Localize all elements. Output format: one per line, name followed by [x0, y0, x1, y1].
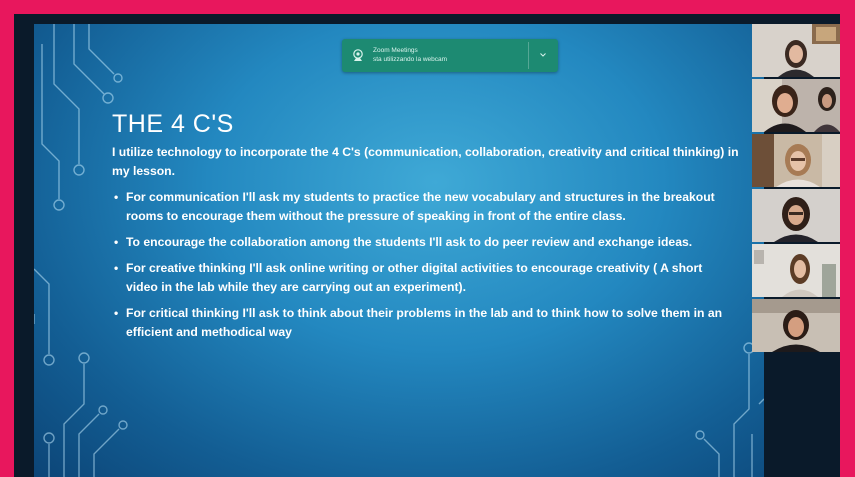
list-item: • For creative thinking I'll ask online …	[112, 259, 737, 297]
notification-divider	[528, 42, 529, 69]
chevron-down-icon[interactable]	[536, 48, 550, 62]
bullet-icon: •	[114, 190, 119, 204]
notification-subtitle: sta utilizzando la webcam	[373, 56, 448, 63]
bullet-text: For creative thinking I'll ask online wr…	[126, 261, 703, 294]
participant-video-5[interactable]	[752, 244, 840, 297]
participant-video-4[interactable]	[752, 189, 840, 242]
zoom-webcam-notification[interactable]: Zoom Meetings sta utilizzando la webcam	[342, 39, 558, 72]
notification-title: Zoom Meetings	[373, 47, 418, 54]
presentation-slide: Zoom Meetings sta utilizzando la webcam …	[34, 24, 764, 477]
participant-video-3[interactable]	[752, 134, 840, 187]
participant-gallery	[752, 24, 840, 357]
participant-avatar	[752, 79, 840, 132]
participant-video-2[interactable]	[752, 79, 840, 132]
participant-video-6[interactable]	[752, 299, 840, 352]
shared-screen: Zoom Meetings sta utilizzando la webcam …	[14, 14, 840, 477]
list-item: • For communication I'll ask my students…	[112, 188, 737, 226]
bullet-icon: •	[114, 306, 119, 320]
list-item: • To encourage the collaboration among t…	[112, 233, 737, 252]
participant-avatar	[752, 24, 840, 77]
slide-intro-text: I utilize technology to incorporate the …	[112, 145, 739, 178]
bullet-icon: •	[114, 235, 119, 249]
participant-video-1[interactable]	[752, 24, 840, 77]
bullet-text: To encourage the collaboration among the…	[126, 235, 693, 249]
window-frame: Zoom Meetings sta utilizzando la webcam …	[0, 0, 855, 477]
webcam-icon	[353, 49, 363, 61]
list-item: • For critical thinking I'll ask to thin…	[112, 304, 737, 342]
bullet-icon: •	[114, 261, 119, 275]
bullet-text: For communication I'll ask my students t…	[126, 190, 715, 223]
participant-avatar	[752, 244, 840, 297]
participant-avatar	[752, 189, 840, 242]
participant-avatar	[752, 134, 840, 187]
participant-avatar	[752, 299, 840, 352]
bullet-text: For critical thinking I'll ask to think …	[126, 306, 723, 339]
slide-title: THE 4 C'S	[112, 110, 234, 138]
slide-bullet-list: • For communication I'll ask my students…	[112, 188, 737, 349]
